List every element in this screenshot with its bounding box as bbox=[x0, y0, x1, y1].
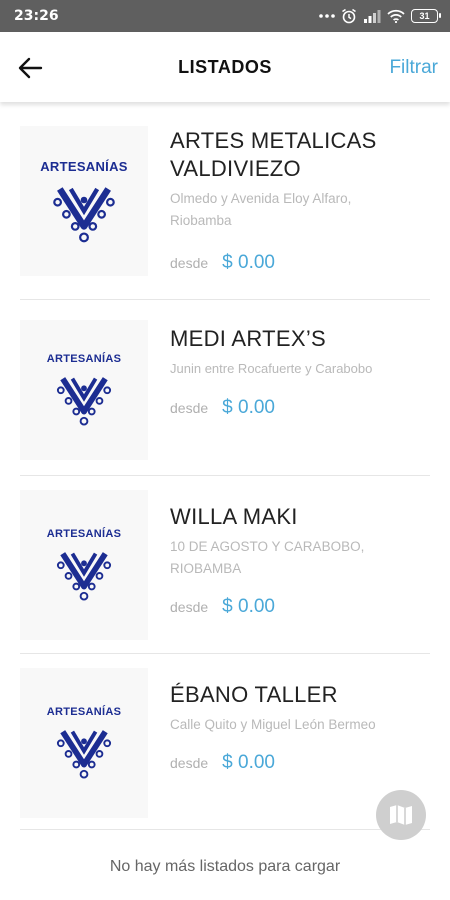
list-item[interactable]: ARTESANÍAS MEDI ARTEX’S Junin entre Roca… bbox=[20, 300, 430, 476]
logo-text: ARTESANÍAS bbox=[46, 353, 122, 365]
list-item[interactable]: ARTESANÍAS ÉBANO TALLER Calle Quito y Mi… bbox=[20, 654, 430, 830]
page-title: LISTADOS bbox=[178, 57, 272, 77]
price: $ 0.00 bbox=[222, 397, 275, 418]
more-dots-icon bbox=[319, 14, 335, 18]
listing-name: ÉBANO TALLER bbox=[170, 682, 338, 707]
price-row: desde $ 0.00 bbox=[170, 752, 275, 774]
price: $ 0.00 bbox=[222, 752, 275, 773]
list-item[interactable]: ARTESANÍAS ARTES METALICAS VALDIVIEZO Ol… bbox=[20, 102, 430, 300]
logo-text: ARTESANÍAS bbox=[46, 706, 122, 718]
price-row: desde $ 0.00 bbox=[170, 252, 275, 274]
from-label: desde bbox=[170, 599, 209, 615]
listing-name: MEDI ARTEX’S bbox=[170, 326, 327, 351]
listing-info: ÉBANO TALLER Calle Quito y Miguel León B… bbox=[170, 680, 430, 736]
address-line1: Junin entre Rocafuerte y Carabobo bbox=[170, 361, 373, 376]
price: $ 0.00 bbox=[222, 252, 275, 273]
listing-address: Olmedo y Avenida Eloy Alfaro, Riobamba bbox=[170, 188, 430, 232]
alarm-icon bbox=[342, 8, 356, 24]
logo-text: ARTESANÍAS bbox=[40, 158, 128, 174]
listing-info: ARTES METALICAS VALDIVIEZO Olmedo y Aven… bbox=[170, 126, 430, 232]
listing-thumbnail: ARTESANÍAS bbox=[20, 126, 148, 276]
status-icons: 31 bbox=[319, 8, 441, 24]
listing-thumbnail: ARTESANÍAS bbox=[20, 668, 148, 818]
listing-address: 10 DE AGOSTO Y CARABOBO, RIOBAMBA bbox=[170, 536, 430, 580]
status-time: 23:26 bbox=[14, 8, 59, 24]
listing-thumbnail: ARTESANÍAS bbox=[20, 490, 148, 640]
battery-icon: 31 bbox=[411, 9, 441, 23]
status-bar: 23:26 31 bbox=[0, 0, 450, 32]
filter-button[interactable]: Filtrar bbox=[389, 57, 438, 79]
app-bar: LISTADOS Filtrar bbox=[0, 32, 450, 102]
address-line1: Olmedo y Avenida Eloy Alfaro, bbox=[170, 191, 352, 206]
price-row: desde $ 0.00 bbox=[170, 397, 275, 419]
listing-info: MEDI ARTEX’S Junin entre Rocafuerte y Ca… bbox=[170, 324, 430, 380]
listing-info: WILLA MAKI 10 DE AGOSTO Y CARABOBO, RIOB… bbox=[170, 502, 430, 580]
from-label: desde bbox=[170, 400, 209, 416]
listing-address: Junin entre Rocafuerte y Carabobo bbox=[170, 358, 430, 380]
address-line1: Calle Quito y Miguel León Bermeo bbox=[170, 717, 376, 732]
from-label: desde bbox=[170, 255, 209, 271]
logo-text: ARTESANÍAS bbox=[46, 528, 122, 540]
address-line2: RIOBAMBA bbox=[170, 561, 242, 576]
from-label: desde bbox=[170, 755, 209, 771]
artesanias-logo-icon bbox=[56, 552, 112, 601]
listing-name-line2: VALDIVIEZO bbox=[170, 156, 301, 181]
map-button[interactable] bbox=[376, 790, 426, 840]
listing-name: WILLA MAKI bbox=[170, 504, 298, 529]
listing-thumbnail: ARTESANÍAS bbox=[20, 320, 148, 460]
artesanias-logo-icon bbox=[53, 186, 115, 242]
listing-name: ARTES METALICAS bbox=[170, 128, 377, 153]
artesanias-logo-icon bbox=[56, 730, 112, 779]
artesanias-logo-icon bbox=[56, 377, 112, 426]
listing-address: Calle Quito y Miguel León Bermeo bbox=[170, 714, 430, 736]
map-icon bbox=[390, 805, 412, 825]
end-of-list-message: No hay más listados para cargar bbox=[109, 858, 341, 875]
address-line2: Riobamba bbox=[170, 213, 232, 228]
signal-icon bbox=[364, 10, 381, 23]
address-line1: 10 DE AGOSTO Y CARABOBO, bbox=[170, 539, 365, 554]
wifi-icon bbox=[387, 9, 405, 23]
price-row: desde $ 0.00 bbox=[170, 596, 275, 618]
price: $ 0.00 bbox=[222, 596, 275, 617]
list-item[interactable]: ARTESANÍAS WILLA MAKI 10 DE AGOSTO Y CAR… bbox=[20, 476, 430, 654]
battery-level: 31 bbox=[419, 11, 430, 21]
